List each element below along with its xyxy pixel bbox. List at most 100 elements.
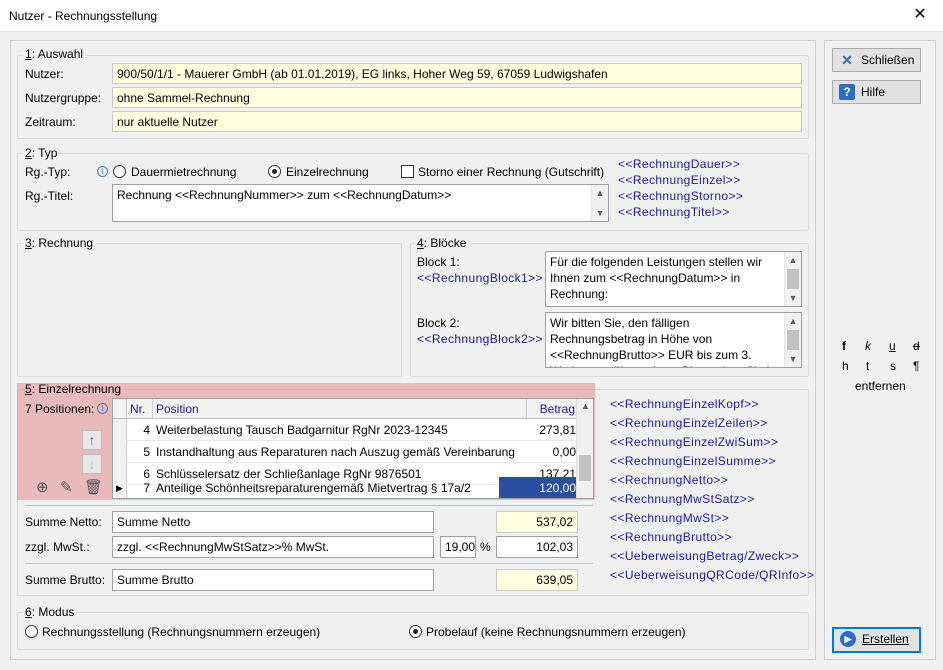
add-icon[interactable]: ⊕ [36, 478, 49, 496]
scroll-thumb[interactable] [787, 330, 799, 350]
summe-brutto-text-field[interactable]: Summe Brutto [112, 569, 434, 591]
radio-rechnungsstellung[interactable] [25, 625, 38, 638]
hilfe-button[interactable]: ? Hilfe [832, 80, 921, 104]
scroll-thumb[interactable] [579, 455, 591, 481]
radio-dauermietrechnung[interactable] [113, 165, 126, 178]
table-row[interactable]: 4 Weiterbelastung Tausch Badgarnitur RgN… [113, 419, 579, 441]
block2-field[interactable]: Wir bitten Sie, den fälligen Rechnungsbe… [545, 312, 802, 368]
radio-einzelrechnung[interactable] [268, 165, 281, 178]
nutzergruppe-label: Nutzergruppe: [25, 91, 102, 105]
info-icon[interactable]: i [97, 166, 108, 177]
scroll-down-icon[interactable]: ▼ [592, 205, 608, 221]
placeholder-rechnungdauer[interactable]: <<RechnungDauer>> [618, 157, 740, 171]
edit-icon[interactable]: ✎ [60, 478, 73, 496]
column-header-nr[interactable]: Nr. [127, 399, 153, 419]
format-underline-button[interactable]: u [889, 339, 896, 353]
dauermietrechnung-label[interactable]: Dauermietrechnung [131, 165, 236, 179]
radio-probelauf[interactable] [409, 625, 422, 638]
placeholder-rechnungstorno[interactable]: <<RechnungStorno>> [618, 189, 743, 203]
move-down-icon[interactable]: ↓ [82, 454, 102, 474]
rgtitel-field[interactable]: Rechnung <<RechnungNummer>> zum <<Rechnu… [112, 184, 609, 222]
storno-label[interactable]: Storno einer Rechnung (Gutschrift) [418, 165, 604, 179]
scroll-up-icon[interactable]: ▲ [592, 185, 608, 201]
scroll-down-icon[interactable]: ▼ [785, 290, 801, 306]
placeholder-ueberweisungqrcode[interactable]: <<UeberweisungQRCode/QRInfo>> [610, 568, 814, 582]
placeholder-rechnungmwst[interactable]: <<RechnungMwSt>> [610, 511, 729, 525]
erstellen-button[interactable]: ▶ Erstellen [832, 627, 921, 653]
grid-indicator-header [113, 399, 127, 419]
mwst-label: zzgl. MwSt.: [25, 540, 90, 554]
einzelrechnung-group-label: 5: Einzelrechnung [25, 382, 122, 396]
block1-text: Für die folgenden Leistungen stellen wir… [550, 255, 763, 301]
column-header-betrag[interactable]: Betrag [527, 399, 579, 419]
format-small-button[interactable]: s [890, 359, 896, 373]
zeitraum-field[interactable]: nur aktuelle Nutzer [112, 111, 802, 132]
scroll-down-icon[interactable]: ▼ [785, 351, 801, 367]
scroll-thumb[interactable] [787, 269, 799, 289]
mwst-value: 102,03 [496, 536, 578, 558]
placeholder-ueberweisungbetrag[interactable]: <<UeberweisungBetrag/Zweck>> [610, 549, 799, 563]
placeholder-rechnungbrutto[interactable]: <<RechnungBrutto>> [610, 530, 732, 544]
format-italic-button[interactable]: k [865, 339, 871, 353]
block2-label: Block 2: [417, 316, 460, 330]
placeholder-rechnungeinzel[interactable]: <<RechnungEinzel>> [618, 173, 741, 187]
mwst-satz-field[interactable]: 19,00 [440, 536, 476, 558]
rgtitel-text: Rechnung <<RechnungNummer>> zum <<Rechnu… [117, 188, 452, 202]
placeholder-rechnungblock2[interactable]: <<RechnungBlock2>> [417, 332, 543, 346]
positionen-grid[interactable]: Nr. Position Betrag 4 Weiterbelastung Ta… [112, 398, 594, 499]
column-header-position[interactable]: Position [153, 399, 527, 419]
move-up-icon[interactable]: ↑ [82, 430, 102, 450]
nutzer-field[interactable]: 900/50/1/1 - Mauerer GmbH (ab 01.01.2019… [112, 63, 802, 84]
schliessen-label: Schließen [861, 53, 915, 67]
placeholder-rechnungblock1[interactable]: <<RechnungBlock1>> [417, 271, 543, 285]
scroll-up-icon[interactable]: ▲ [785, 252, 801, 268]
schliessen-button[interactable]: ✕ Schließen [832, 48, 921, 72]
close-icon[interactable]: ✕ [897, 0, 943, 32]
table-row[interactable]: ▶ 7 Anteilige Schönheitsreparaturengemäß… [113, 477, 579, 498]
auswahl-group-label: 1: Auswahl [23, 47, 86, 61]
block1-scrollbar[interactable]: ▲ ▼ [784, 252, 801, 306]
summe-netto-text-field[interactable]: Summe Netto [112, 511, 434, 533]
delete-icon[interactable]: 🗑 [84, 478, 103, 496]
einzelrechnung-label[interactable]: Einzelrechnung [286, 165, 369, 179]
format-strike-button[interactable]: d [913, 339, 920, 353]
placeholder-rechnungeinzelsumme[interactable]: <<RechnungEinzelSumme>> [610, 454, 776, 468]
typ-group-label: 2: Typ [23, 146, 60, 160]
rgtitel-scrollbar[interactable]: ▲ ▼ [591, 185, 608, 221]
separator [25, 505, 593, 506]
cell-nr: 7 [143, 481, 150, 495]
block2-scrollbar[interactable]: ▲ ▼ [784, 313, 801, 367]
summe-netto-label: Summe Netto: [25, 515, 102, 529]
placeholder-rechnungtitel[interactable]: <<RechnungTitel>> [618, 205, 730, 219]
grid-scrollbar[interactable]: ▲ [576, 399, 593, 498]
format-remove-button[interactable]: entfernen [855, 379, 906, 393]
format-paragraph-button[interactable]: ¶ [913, 359, 919, 373]
probelauf-label[interactable]: Probelauf (keine Rechnungsnummern erzeug… [426, 625, 685, 639]
nutzer-label: Nutzer: [25, 67, 64, 81]
info-icon[interactable]: i [97, 403, 108, 414]
placeholder-rechnungeinzelkopf[interactable]: <<RechnungEinzelKopf>> [610, 397, 759, 411]
cell-betrag-selected[interactable]: 120,00 [499, 477, 579, 498]
block1-field[interactable]: Für die folgenden Leistungen stellen wir… [545, 251, 802, 307]
placeholder-rechnungmwstsatz[interactable]: <<RechnungMwStSatz>> [610, 492, 755, 506]
format-subscript-button[interactable]: t [866, 359, 869, 373]
placeholder-rechnungeinzelzwisum[interactable]: <<RechnungEinzelZwiSum>> [610, 435, 778, 449]
nutzergruppe-field[interactable]: ohne Sammel-Rechnung [112, 87, 802, 108]
help-icon: ? [839, 84, 855, 100]
bloecke-group-label: 4: Blöcke [415, 236, 469, 250]
storno-checkbox[interactable] [401, 165, 414, 178]
placeholder-rechnungnetto[interactable]: <<RechnungNetto>> [610, 473, 728, 487]
table-row[interactable]: 5 Instandhaltung aus Reparaturen nach Au… [113, 441, 579, 463]
cell-position: Anteilige Schönheitsreparaturengemäß Mie… [156, 481, 471, 495]
mwst-text-field[interactable]: zzgl. <<RechnungMwStSatz>>% MwSt. [112, 536, 434, 558]
cell-betrag: 0,00 [552, 445, 576, 459]
format-superscript-button[interactable]: h [842, 359, 849, 373]
scroll-up-icon[interactable]: ▲ [785, 313, 801, 329]
format-bold-button[interactable]: f [842, 339, 846, 353]
rechnung-group [17, 243, 402, 377]
rechnungsstellung-label[interactable]: Rechnungsstellung (Rechnungsnummern erze… [42, 625, 320, 639]
scroll-up-icon[interactable]: ▲ [581, 401, 590, 411]
placeholder-rechnungeinzelzeilen[interactable]: <<RechnungEinzelZeilen>> [610, 416, 768, 430]
zeitraum-label: Zeitraum: [25, 115, 76, 129]
row-indicator [113, 419, 127, 441]
